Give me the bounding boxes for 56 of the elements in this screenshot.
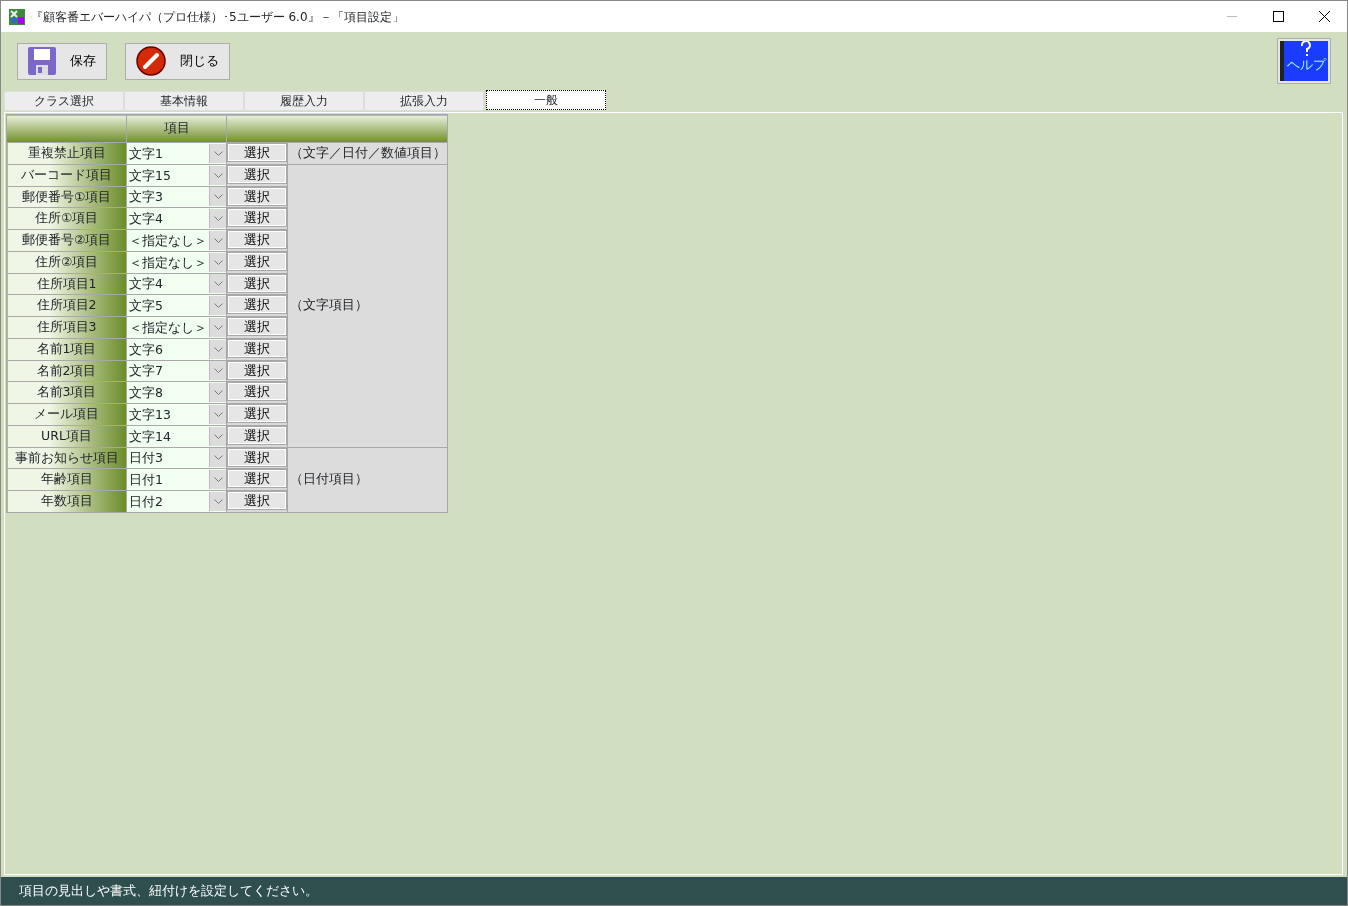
tab[interactable]: クラス選択 — [4, 91, 124, 111]
row-label: 年齢項目 — [6, 468, 127, 491]
save-button[interactable]: 保存 — [17, 42, 107, 80]
row-label: 住所②項目 — [6, 251, 127, 273]
chevron-down-icon — [209, 187, 226, 207]
select-button[interactable]: 選択 — [228, 296, 286, 314]
select-button[interactable]: 選択 — [228, 165, 286, 183]
select-button[interactable]: 選択 — [228, 492, 286, 509]
select-button[interactable]: 選択 — [228, 252, 286, 270]
row-label: URL項目 — [6, 425, 127, 447]
app-icon — [9, 8, 25, 25]
row-label: 事前お知らせ項目 — [6, 447, 127, 469]
select-button[interactable]: 選択 — [228, 470, 286, 488]
column-header: 項目 — [126, 114, 227, 143]
row-label: 重複禁止項目 — [6, 142, 127, 165]
row-label: 名前2項目 — [6, 360, 127, 382]
row-label: 住所①項目 — [6, 207, 127, 230]
row-label: 名前3項目 — [6, 381, 127, 404]
tab[interactable]: 一般 — [486, 90, 606, 110]
select-button[interactable]: 選択 — [228, 274, 286, 292]
select-button[interactable]: 選択 — [228, 405, 286, 422]
close-button[interactable]: 閉じる — [125, 42, 230, 80]
help-label: ヘルプ — [1286, 57, 1326, 73]
no-entry-icon — [136, 46, 166, 76]
help-button[interactable]: ヘルプ — [1277, 38, 1331, 84]
question-mark-icon — [1301, 41, 1311, 57]
select-button[interactable]: 選択 — [228, 426, 286, 444]
select-button[interactable]: 選択 — [228, 209, 286, 227]
status-bar: 項目の見出しや書式、紐付けを設定してください。 — [1, 877, 1347, 905]
row-label: 年数項目 — [6, 490, 127, 513]
row-label: バーコード項目 — [6, 164, 127, 186]
group-note: （文字／日付／数値項目） — [287, 142, 448, 165]
select-button[interactable]: 選択 — [228, 231, 286, 248]
select-button[interactable]: 選択 — [228, 187, 286, 205]
row-label: 住所項目3 — [6, 316, 127, 339]
select-button[interactable]: 選択 — [228, 448, 286, 466]
row-label: メール項目 — [6, 403, 127, 426]
row-label: 郵便番号②項目 — [6, 229, 127, 252]
select-button[interactable]: 選択 — [228, 361, 286, 379]
select-button[interactable]: 選択 — [228, 339, 286, 357]
row-label: 名前1項目 — [6, 338, 127, 360]
chevron-down-icon — [209, 274, 226, 294]
row-label: 郵便番号①項目 — [6, 186, 127, 208]
chevron-down-icon — [209, 361, 226, 381]
select-button[interactable]: 選択 — [228, 144, 286, 161]
tab[interactable]: 基本情報 — [124, 91, 244, 111]
group-note: （文字項目） — [287, 164, 448, 447]
tab[interactable]: 履歴入力 — [244, 91, 364, 111]
chevron-down-icon — [209, 448, 226, 468]
tab[interactable]: 拡張入力 — [364, 91, 484, 111]
row-label: 住所項目2 — [6, 294, 127, 317]
select-button[interactable]: 選択 — [228, 383, 286, 401]
row-label: 住所項目1 — [6, 273, 127, 295]
select-button[interactable]: 選択 — [228, 318, 286, 335]
group-note: （日付項目） — [287, 447, 448, 513]
window-title: 『顧客番エバーハイパ（プロ仕様）･5ユーザー 6.0』－「項目設定」 — [31, 8, 404, 26]
